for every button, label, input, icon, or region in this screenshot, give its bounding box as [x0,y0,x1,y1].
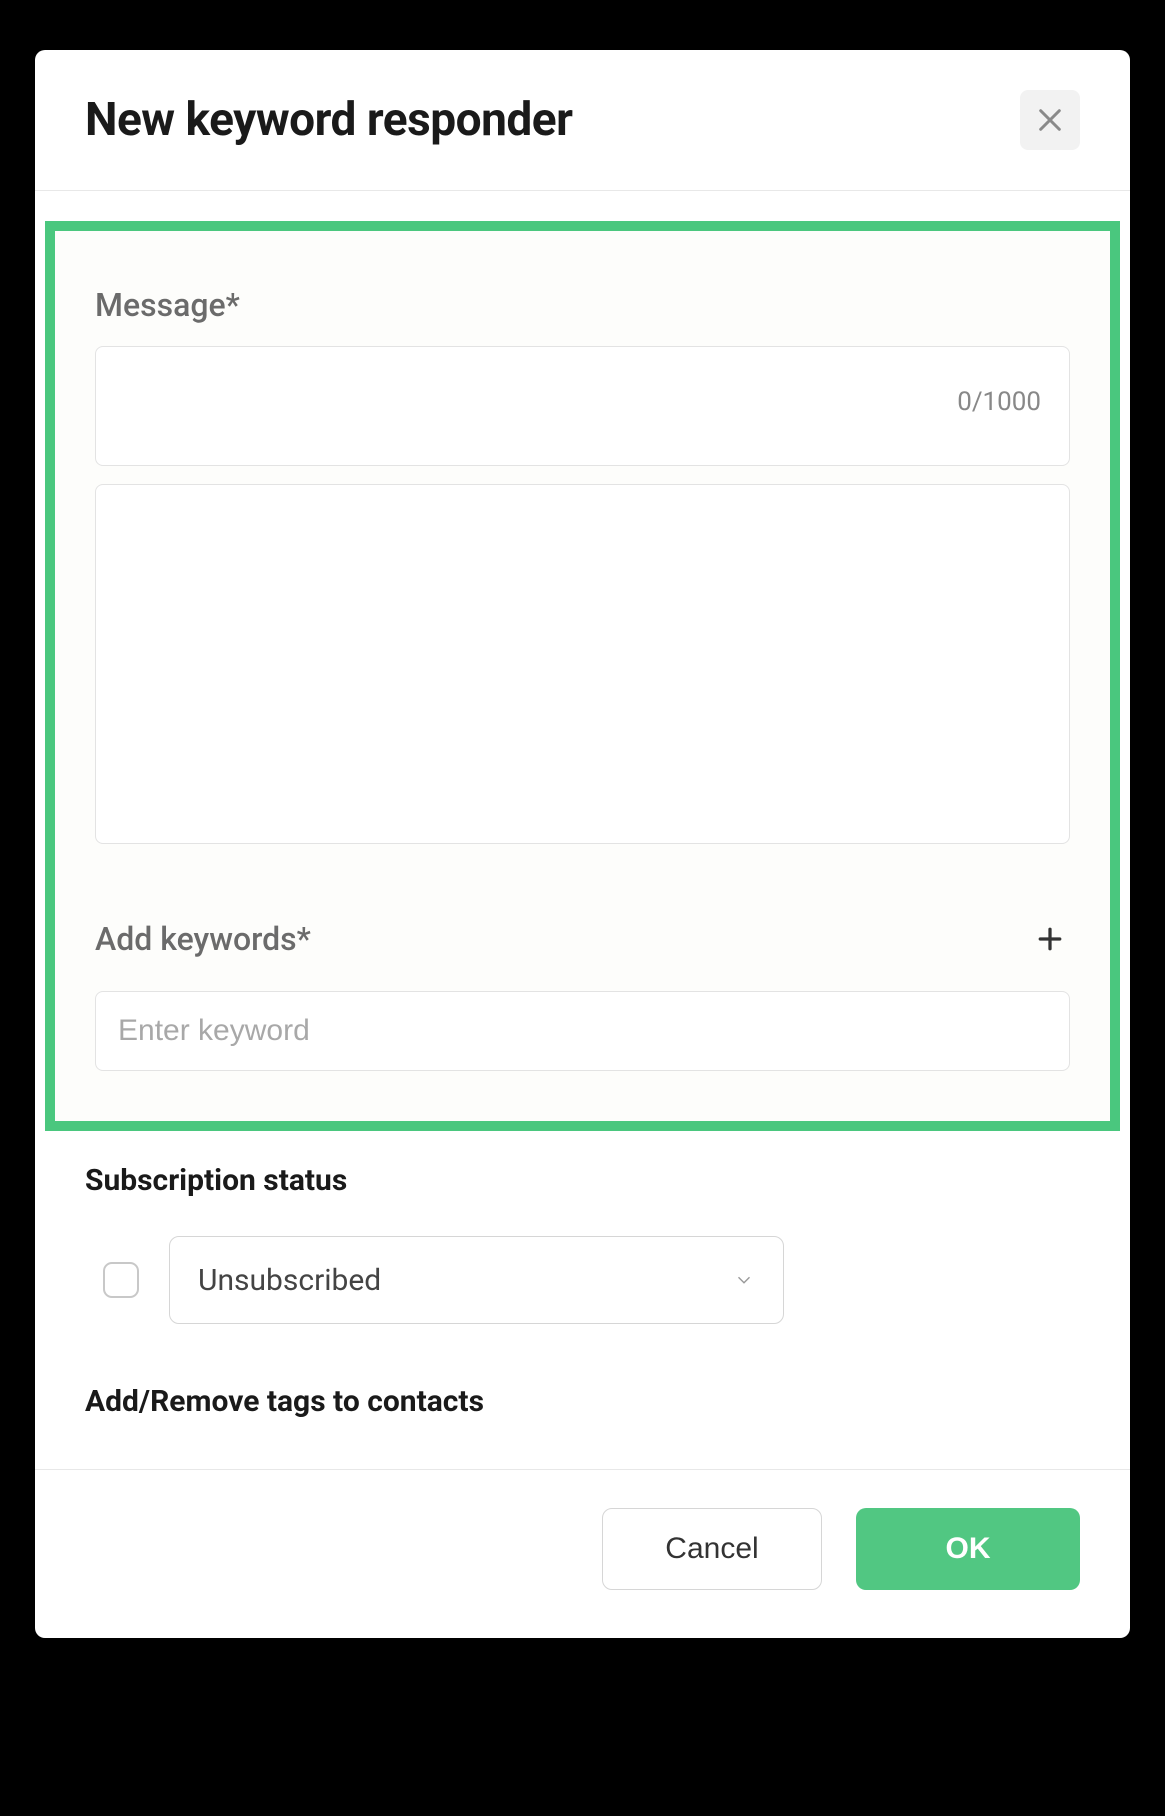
subscription-select-wrapper: Unsubscribed [169,1236,784,1324]
plus-icon [1037,926,1063,952]
message-body-textarea[interactable] [95,484,1070,844]
subscription-status-title: Subscription status [85,1163,1080,1198]
message-title-input[interactable]: 0/1000 [95,346,1070,466]
keyword-input[interactable] [95,991,1070,1071]
close-button[interactable] [1020,90,1080,150]
message-label: Message* [95,286,1070,324]
add-keyword-button[interactable] [1030,919,1070,959]
modal-title: New keyword responder [85,93,572,147]
modal-footer: Cancel OK [35,1469,1130,1638]
subscription-checkbox[interactable] [103,1262,139,1298]
keywords-header: Add keywords* [95,919,1070,959]
chevron-down-icon [733,1269,755,1291]
subscription-selected-value: Unsubscribed [198,1263,381,1298]
close-icon [1036,106,1064,134]
subscription-row: Unsubscribed [85,1236,1080,1324]
modal-dialog: New keyword responder Message* 0/1000 Ad… [35,50,1130,1638]
highlighted-section: Message* 0/1000 Add keywords* [45,221,1120,1131]
ok-button[interactable]: OK [856,1508,1080,1590]
character-counter: 0/1000 [957,387,1041,417]
keywords-section: Add keywords* [95,919,1070,1071]
keywords-label: Add keywords* [95,920,311,958]
lower-section: Subscription status Unsubscribed Add/Rem… [35,1131,1130,1419]
tags-section-title: Add/Remove tags to contacts [85,1384,1080,1419]
modal-header: New keyword responder [35,50,1130,191]
subscription-select[interactable]: Unsubscribed [169,1236,784,1324]
cancel-button[interactable]: Cancel [602,1508,822,1590]
